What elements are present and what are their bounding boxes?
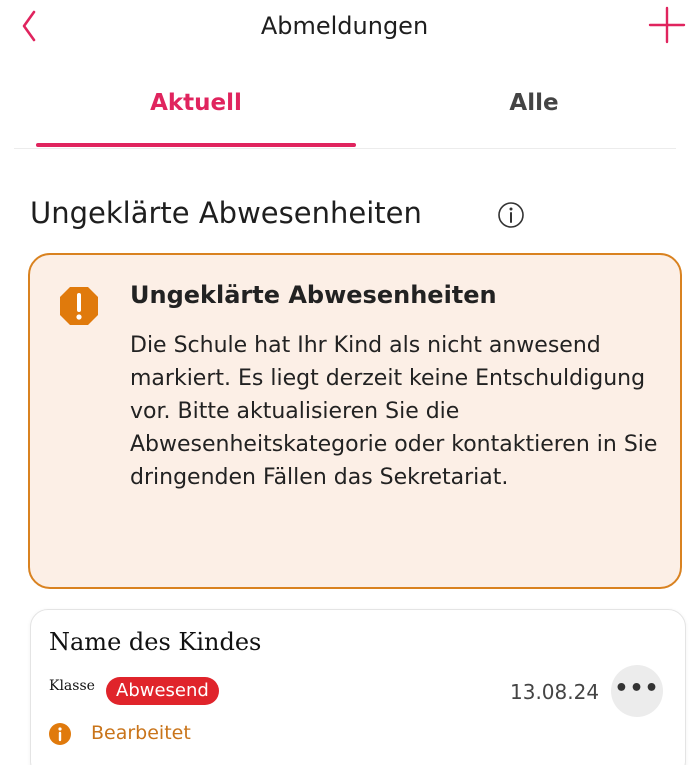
warning-title: Ungeklärte Abwesenheiten — [130, 281, 497, 309]
ellipsis-icon: ••• — [614, 676, 660, 701]
warning-card: Ungeklärte Abwesenheiten Die Schule hat … — [28, 253, 682, 589]
tab-bar: Aktuell Alle — [14, 90, 676, 149]
class-label: Klasse — [49, 678, 95, 694]
more-options-button[interactable]: ••• — [611, 665, 663, 717]
status-badge: Abwesend — [106, 677, 219, 705]
header: Abmeldungen — [0, 0, 689, 60]
tab-alle[interactable]: Alle — [374, 90, 689, 146]
child-name: Name des Kindes — [49, 628, 262, 656]
edit-status-text: Bearbeitet — [91, 722, 191, 744]
tab-aktuell[interactable]: Aktuell — [36, 90, 356, 147]
exclamation-icon — [58, 285, 100, 327]
plus-icon — [648, 6, 686, 44]
info-icon[interactable] — [496, 200, 526, 230]
absence-entry-card[interactable]: Name des Kindes Klasse Abwesend 13.08.24… — [30, 609, 686, 765]
app-root: Abmeldungen Aktuell Alle Ungeklärte Abwe… — [0, 0, 689, 765]
warning-text: Die Schule hat Ihr Kind als nicht anwese… — [130, 333, 658, 490]
page-title: Abmeldungen — [260, 12, 429, 40]
section-title: Ungeklärte Abwesenheiten — [30, 196, 422, 230]
info-filled-icon — [49, 723, 71, 745]
add-button[interactable] — [647, 4, 687, 46]
entry-date: 13.08.24 — [510, 680, 600, 704]
